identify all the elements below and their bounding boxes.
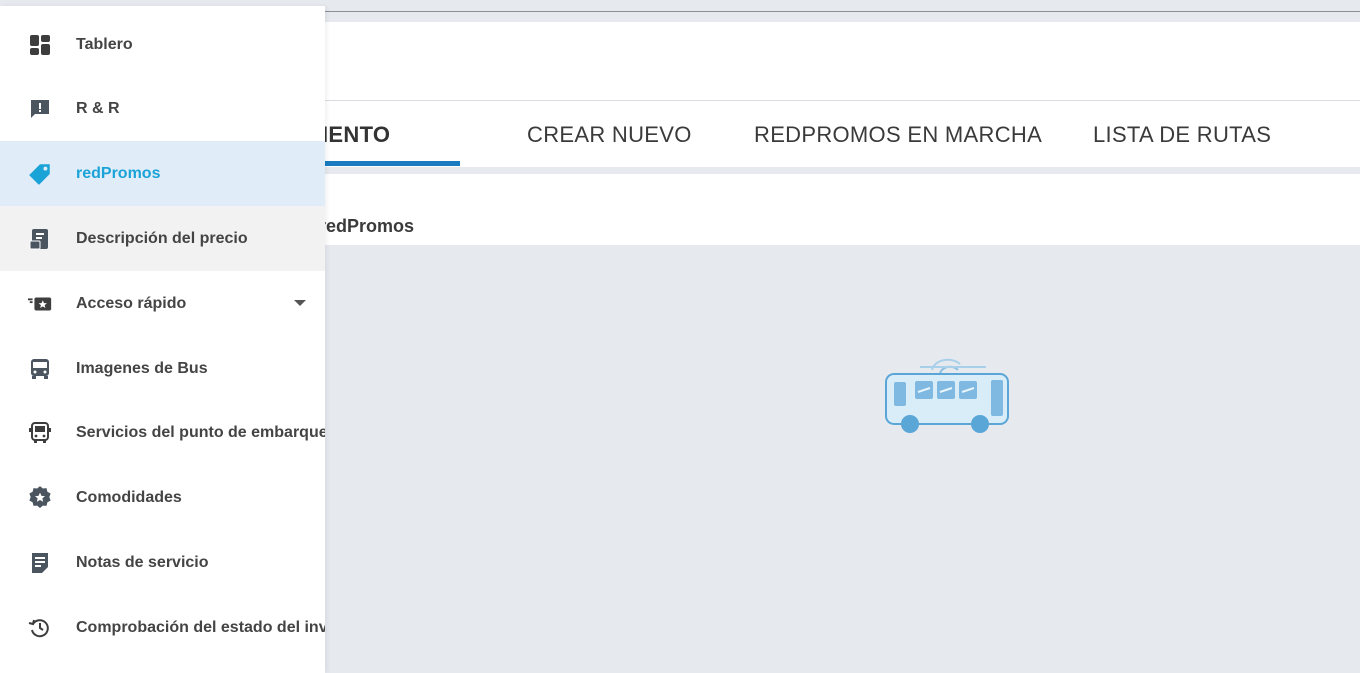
notes-icon xyxy=(27,550,53,576)
bus-loading-icon xyxy=(885,358,1009,433)
dashboard-icon xyxy=(27,32,53,58)
sidebar-item-label: Imagenes de Bus xyxy=(76,359,208,377)
sidebar-item-estado-inventario[interactable]: Comprobación del estado del inventario xyxy=(0,595,325,660)
tab-seguimiento[interactable]: IENTO xyxy=(322,101,390,167)
sidebar: Tablero R & R redPromos Descripción del … xyxy=(0,6,325,673)
sidebar-item-notas-servicio[interactable]: Notas de servicio xyxy=(0,530,325,595)
bus-icon xyxy=(27,356,53,382)
sidebar-item-label: Descripción del precio xyxy=(76,229,248,247)
sidebar-item-label: R & R xyxy=(76,99,120,117)
bus-front-icon xyxy=(27,420,53,446)
tab-redpromos-en-marcha[interactable]: REDPROMOS EN MARCHA xyxy=(754,101,1042,167)
feedback-icon xyxy=(27,96,53,122)
sidebar-item-label: Comodidades xyxy=(76,488,182,506)
sidebar-item-imagenes-bus[interactable]: Imagenes de Bus xyxy=(0,336,325,401)
sidebar-item-comodidades[interactable]: Comodidades xyxy=(0,465,325,530)
sidebar-item-redpromos[interactable]: redPromos xyxy=(0,141,325,206)
amenities-icon xyxy=(27,485,53,511)
tab-crear-nuevo[interactable]: CREAR NUEVO xyxy=(527,101,692,167)
chevron-down-icon[interactable] xyxy=(294,300,306,306)
sidebar-item-label: Notas de servicio xyxy=(76,553,209,571)
tab-lista-de-rutas[interactable]: LISTA DE RUTAS xyxy=(1093,101,1271,167)
price-receipt-icon xyxy=(27,226,53,252)
sidebar-item-rr[interactable]: R & R xyxy=(0,76,325,141)
history-icon xyxy=(27,615,53,641)
sidebar-item-tablero[interactable]: Tablero xyxy=(0,12,325,77)
quick-access-icon xyxy=(27,291,53,317)
sidebar-item-acceso-rapido[interactable]: Acceso rápido xyxy=(0,271,325,336)
sidebar-item-label: Acceso rápido xyxy=(76,294,187,312)
sidebar-item-servicios-embarque[interactable]: Servicios del punto de embarque xyxy=(0,400,325,465)
tag-icon xyxy=(27,161,53,187)
sidebar-item-label: Comprobación del estado del inventario xyxy=(76,618,325,636)
sidebar-item-label: Tablero xyxy=(76,35,133,53)
sidebar-item-descripcion-precio[interactable]: Descripción del precio xyxy=(0,206,325,271)
sidebar-item-label: Servicios del punto de embarque xyxy=(76,423,325,441)
sidebar-item-label: redPromos xyxy=(76,164,161,182)
